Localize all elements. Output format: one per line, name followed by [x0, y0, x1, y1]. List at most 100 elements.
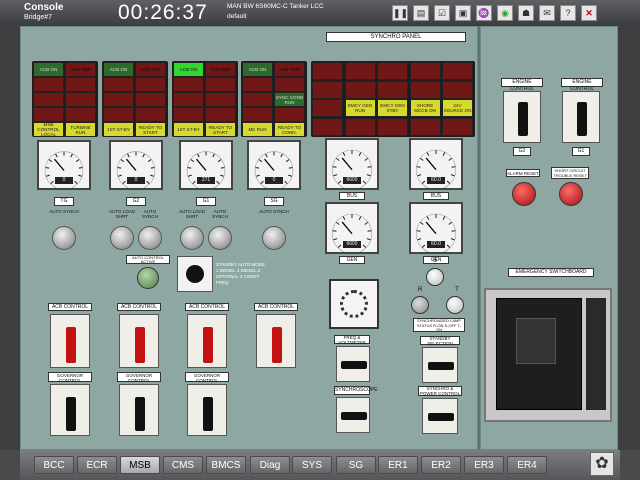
auto-synch-button[interactable]: [262, 226, 286, 250]
chat-icon[interactable]: ✉: [539, 5, 555, 21]
group-icon[interactable]: ☗: [518, 5, 534, 21]
acb-control-switch[interactable]: [256, 314, 296, 368]
indicator-lamp: [442, 62, 473, 80]
synchroscope-label: SYNCHROSCOPE: [334, 386, 378, 395]
gauge-readout: 6600: [343, 241, 361, 248]
indicator-lamp: 24V SOURCE ON: [442, 99, 473, 117]
governor-control-label: GOVERNOR CONTROL: [185, 372, 229, 383]
indicator-lamp: [409, 117, 441, 136]
standby-selection-switch[interactable]: [422, 347, 458, 383]
synchro-power-switch[interactable]: [422, 398, 458, 434]
governor-control-label: GOVERNOR CONTROL: [117, 372, 161, 383]
indicator-lamp: [312, 117, 343, 136]
indicator-lamp: [344, 62, 376, 80]
kw-meter-SG: 0: [247, 140, 301, 190]
breaker-window: [516, 318, 556, 364]
switch-handle: [341, 361, 367, 369]
indicator-lamp: [344, 117, 376, 136]
gauge-readout: 60.0: [427, 241, 445, 248]
alarm-reset-button[interactable]: [512, 182, 536, 206]
emergency-switchboard[interactable]: [484, 288, 612, 422]
indicator-lamp: [312, 80, 343, 99]
indicator-lamp: [242, 107, 273, 122]
indicator-lamp: [312, 99, 343, 117]
fan-icon[interactable]: ✿: [590, 452, 614, 476]
meter-label: BUS: [339, 192, 365, 200]
sound-icon[interactable]: ◉: [497, 5, 513, 21]
auto-synch-button[interactable]: [208, 226, 232, 250]
kw-meter-G1: 271: [179, 140, 233, 190]
tab-er3[interactable]: ER3: [464, 456, 504, 474]
alarm-reset-label: ALARM RESET: [506, 169, 540, 177]
governor-switch[interactable]: [187, 384, 227, 436]
tab-er4[interactable]: ER4: [507, 456, 547, 474]
station-name: Bridge#7: [24, 14, 53, 21]
tab-sys[interactable]: SYS: [292, 456, 332, 474]
bus-meter-0: 6600: [325, 138, 379, 190]
indicator-lamp: [173, 92, 204, 107]
auto-synch-button[interactable]: [52, 226, 76, 250]
switch-handle: [577, 102, 587, 136]
synchro-power-label: SYNCHRO & POWER CONTROL: [418, 386, 462, 396]
lamp-s-label: S: [432, 258, 437, 264]
acb-control-label: ACB CONTROL: [185, 303, 229, 311]
alarm-list-icon[interactable]: ▣: [455, 5, 471, 21]
engine-control-switch[interactable]: [503, 91, 541, 143]
tab-bcc[interactable]: BCC: [34, 456, 74, 474]
tab-er2[interactable]: ER2: [421, 456, 461, 474]
governor-switch[interactable]: [50, 384, 90, 436]
engine-control-switch[interactable]: [562, 91, 600, 143]
gauge-readout: 0: [265, 177, 283, 184]
horn-icon[interactable]: ♒: [476, 5, 492, 21]
auto-load-shrt-button[interactable]: [110, 226, 134, 250]
sim-clock: 00:26:37: [118, 1, 208, 24]
governor-handle: [203, 397, 213, 431]
acb-control-switch[interactable]: [119, 314, 159, 368]
tab-cms[interactable]: CMS: [163, 456, 203, 474]
tab-diag[interactable]: Diag: [250, 456, 290, 474]
tab-er1[interactable]: ER1: [378, 456, 418, 474]
breaker-side-panel: [586, 298, 606, 410]
acb-control-switch[interactable]: [187, 314, 227, 368]
tab-bar: BCC ECR MSB CMS BMCS Diag SYS SG ER1 ER2 ER3 ER4 ✿: [20, 450, 620, 480]
indicator-lamp: [242, 77, 273, 92]
auto-synch-label: AUTO SYNCH: [212, 209, 228, 219]
indicator-lamp: READY TO CONN.: [274, 122, 305, 137]
indicator-lamp: [205, 77, 236, 92]
indicator-lamp: EMCY GEN RUN: [344, 99, 376, 117]
meter-label: BUS: [423, 192, 449, 200]
tab-msb[interactable]: MSB: [120, 456, 160, 474]
short-circuit-reset-button[interactable]: [559, 182, 583, 206]
indicator-lamp: EMCY GEN STBY: [377, 99, 408, 117]
indicator-lamp: 1ST ST-BY: [103, 122, 134, 137]
synchronized-lamp-label: SYNCHRONIZED LAMP STATUS R-ON S-OFF T-ON: [413, 318, 465, 332]
help-icon[interactable]: ?: [560, 5, 576, 21]
standby-mode-selector[interactable]: [177, 256, 213, 292]
checklist-icon[interactable]: ☑: [434, 5, 450, 21]
indicator-lamp: [312, 62, 343, 80]
indicator-lamp: [65, 77, 96, 92]
kw-meter-TG: 0: [37, 140, 91, 190]
tab-sg[interactable]: SG: [336, 456, 376, 474]
freq-voltmeter-switch[interactable]: [336, 346, 370, 382]
acb-switch-handle: [66, 327, 76, 363]
governor-handle: [66, 397, 76, 431]
synchro-lamp-t: [446, 296, 464, 314]
acb-control-switch[interactable]: [50, 314, 90, 368]
scenario-icon[interactable]: ▤: [413, 5, 429, 21]
tab-ecr[interactable]: ECR: [77, 456, 117, 474]
indicator-lamp: SHORE MCCB ON: [409, 99, 441, 117]
auto-load-shrt-label: AUTO LOAD SHRT: [179, 209, 205, 219]
auto-load-shrt-button[interactable]: [180, 226, 204, 250]
pause-icon[interactable]: ❚❚: [392, 5, 408, 21]
indicator-lamp: [274, 77, 305, 92]
app-title: Console: [24, 2, 64, 13]
tab-bmcs[interactable]: BMCS: [206, 456, 246, 474]
synchroscope: [329, 279, 379, 329]
synchro-panel-title: SYNCHRO PANEL: [326, 32, 466, 42]
switch-handle: [341, 412, 367, 420]
auto-synch-button[interactable]: [138, 226, 162, 250]
close-icon[interactable]: ✕: [581, 5, 597, 21]
governor-switch[interactable]: [119, 384, 159, 436]
synchroscope-switch[interactable]: [336, 397, 370, 433]
